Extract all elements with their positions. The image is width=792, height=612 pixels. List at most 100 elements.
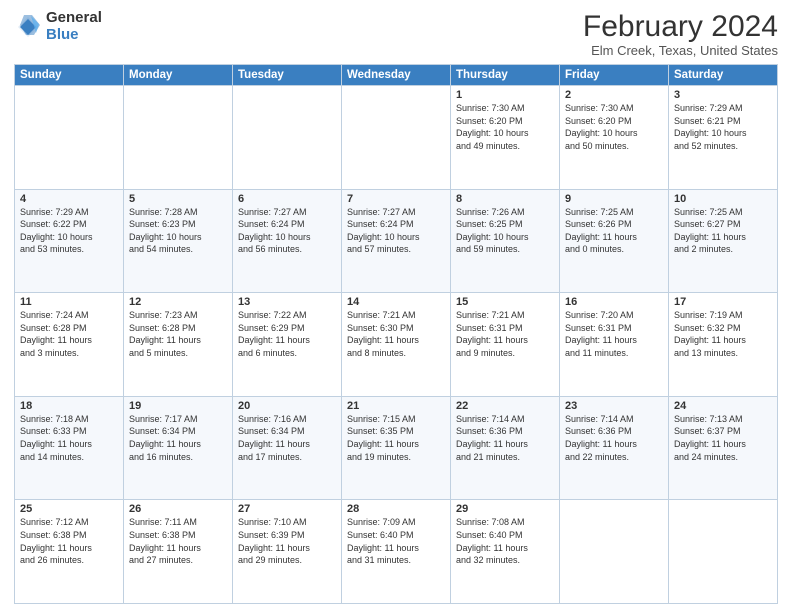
day-info: Sunrise: 7:11 AM Sunset: 6:38 PM Dayligh… bbox=[129, 517, 201, 565]
day-number: 20 bbox=[238, 400, 336, 412]
day-info: Sunrise: 7:28 AM Sunset: 6:23 PM Dayligh… bbox=[129, 207, 202, 255]
calendar-cell: 3 Sunrise: 7:29 AM Sunset: 6:21 PM Daylig… bbox=[669, 86, 778, 190]
day-number: 19 bbox=[129, 400, 227, 412]
calendar-cell: 16 Sunrise: 7:20 AM Sunset: 6:31 PM Dayli… bbox=[560, 293, 669, 397]
day-number: 15 bbox=[456, 296, 554, 308]
day-info: Sunrise: 7:22 AM Sunset: 6:29 PM Dayligh… bbox=[238, 310, 310, 358]
day-number: 3 bbox=[674, 89, 772, 101]
calendar-cell: 12 Sunrise: 7:23 AM Sunset: 6:28 PM Dayli… bbox=[124, 293, 233, 397]
day-info: Sunrise: 7:30 AM Sunset: 6:20 PM Dayligh… bbox=[565, 103, 638, 151]
calendar-cell bbox=[15, 86, 124, 190]
calendar-cell: 29 Sunrise: 7:08 AM Sunset: 6:40 PM Dayli… bbox=[451, 500, 560, 604]
day-number: 27 bbox=[238, 503, 336, 515]
calendar-cell: 18Sunrise: 7:18 AM Sunset: 6:33 PM Dayli… bbox=[15, 396, 124, 500]
logo-text: General Blue bbox=[46, 10, 102, 43]
day-number: 8 bbox=[456, 193, 554, 205]
week-row-1: 4 Sunrise: 7:29 AM Sunset: 6:22 PM Daylig… bbox=[15, 189, 778, 293]
calendar-cell: 4 Sunrise: 7:29 AM Sunset: 6:22 PM Daylig… bbox=[15, 189, 124, 293]
day-number: 4 bbox=[20, 193, 118, 205]
day-info: Sunrise: 7:23 AM Sunset: 6:28 PM Dayligh… bbox=[129, 310, 201, 358]
day-info: Sunrise: 7:29 AM Sunset: 6:22 PM Dayligh… bbox=[20, 207, 93, 255]
calendar-cell: 9 Sunrise: 7:25 AM Sunset: 6:26 PM Daylig… bbox=[560, 189, 669, 293]
calendar-cell: 5 Sunrise: 7:28 AM Sunset: 6:23 PM Daylig… bbox=[124, 189, 233, 293]
calendar-table: SundayMondayTuesdayWednesdayThursdayFrid… bbox=[14, 64, 778, 604]
day-number: 9 bbox=[565, 193, 663, 205]
day-number: 2 bbox=[565, 89, 663, 101]
weekday-header-tuesday: Tuesday bbox=[233, 65, 342, 86]
day-number: 21 bbox=[347, 400, 445, 412]
calendar-cell: 8 Sunrise: 7:26 AM Sunset: 6:25 PM Daylig… bbox=[451, 189, 560, 293]
title-block: February 2024 Elm Creek, Texas, United S… bbox=[583, 10, 778, 58]
day-number: 25 bbox=[20, 503, 118, 515]
day-number: 10 bbox=[674, 193, 772, 205]
day-info: Sunrise: 7:14 AM Sunset: 6:36 PM Dayligh… bbox=[456, 414, 528, 462]
day-info: Sunrise: 7:10 AM Sunset: 6:39 PM Dayligh… bbox=[238, 517, 310, 565]
day-info: Sunrise: 7:27 AM Sunset: 6:24 PM Dayligh… bbox=[347, 207, 420, 255]
day-info: Sunrise: 7:08 AM Sunset: 6:40 PM Dayligh… bbox=[456, 517, 528, 565]
calendar-cell: 27 Sunrise: 7:10 AM Sunset: 6:39 PM Dayli… bbox=[233, 500, 342, 604]
week-row-3: 18Sunrise: 7:18 AM Sunset: 6:33 PM Dayli… bbox=[15, 396, 778, 500]
weekday-header-sunday: Sunday bbox=[15, 65, 124, 86]
day-info: Sunrise: 7:26 AM Sunset: 6:25 PM Dayligh… bbox=[456, 207, 529, 255]
calendar-cell: 2 Sunrise: 7:30 AM Sunset: 6:20 PM Daylig… bbox=[560, 86, 669, 190]
main-title: February 2024 bbox=[583, 10, 778, 43]
logo: General Blue bbox=[14, 10, 102, 43]
calendar-cell bbox=[342, 86, 451, 190]
calendar-cell: 24Sunrise: 7:13 AM Sunset: 6:37 PM Dayli… bbox=[669, 396, 778, 500]
weekday-header-monday: Monday bbox=[124, 65, 233, 86]
day-number: 16 bbox=[565, 296, 663, 308]
logo-icon bbox=[14, 13, 42, 41]
day-number: 22 bbox=[456, 400, 554, 412]
calendar-cell: 23 Sunrise: 7:14 AM Sunset: 6:36 PM Dayli… bbox=[560, 396, 669, 500]
day-info: Sunrise: 7:25 AM Sunset: 6:26 PM Dayligh… bbox=[565, 207, 637, 255]
day-info: Sunrise: 7:15 AM Sunset: 6:35 PM Dayligh… bbox=[347, 414, 419, 462]
calendar-cell: 17Sunrise: 7:19 AM Sunset: 6:32 PM Dayli… bbox=[669, 293, 778, 397]
calendar-cell: 15 Sunrise: 7:21 AM Sunset: 6:31 PM Dayli… bbox=[451, 293, 560, 397]
calendar-cell bbox=[560, 500, 669, 604]
day-info: Sunrise: 7:12 AM Sunset: 6:38 PM Dayligh… bbox=[20, 517, 92, 565]
calendar-cell: 26 Sunrise: 7:11 AM Sunset: 6:38 PM Dayli… bbox=[124, 500, 233, 604]
day-info: Sunrise: 7:30 AM Sunset: 6:20 PM Dayligh… bbox=[456, 103, 529, 151]
day-number: 29 bbox=[456, 503, 554, 515]
weekday-header-thursday: Thursday bbox=[451, 65, 560, 86]
calendar-cell: 25 Sunrise: 7:12 AM Sunset: 6:38 PM Dayli… bbox=[15, 500, 124, 604]
weekday-header-saturday: Saturday bbox=[669, 65, 778, 86]
day-number: 23 bbox=[565, 400, 663, 412]
day-number: 18 bbox=[20, 400, 118, 412]
day-info: Sunrise: 7:21 AM Sunset: 6:30 PM Dayligh… bbox=[347, 310, 419, 358]
calendar-cell: 20Sunrise: 7:16 AM Sunset: 6:34 PM Dayli… bbox=[233, 396, 342, 500]
day-number: 26 bbox=[129, 503, 227, 515]
day-number: 12 bbox=[129, 296, 227, 308]
day-number: 11 bbox=[20, 296, 118, 308]
day-number: 5 bbox=[129, 193, 227, 205]
day-info: Sunrise: 7:20 AM Sunset: 6:31 PM Dayligh… bbox=[565, 310, 637, 358]
day-number: 17 bbox=[674, 296, 772, 308]
day-number: 14 bbox=[347, 296, 445, 308]
calendar-cell: 11 Sunrise: 7:24 AM Sunset: 6:28 PM Dayli… bbox=[15, 293, 124, 397]
calendar-cell: 1 Sunrise: 7:30 AM Sunset: 6:20 PM Daylig… bbox=[451, 86, 560, 190]
calendar-cell: 7 Sunrise: 7:27 AM Sunset: 6:24 PM Daylig… bbox=[342, 189, 451, 293]
calendar-cell: 14 Sunrise: 7:21 AM Sunset: 6:30 PM Dayli… bbox=[342, 293, 451, 397]
weekday-header-row: SundayMondayTuesdayWednesdayThursdayFrid… bbox=[15, 65, 778, 86]
day-number: 13 bbox=[238, 296, 336, 308]
weekday-header-friday: Friday bbox=[560, 65, 669, 86]
calendar-cell bbox=[669, 500, 778, 604]
weekday-header-wednesday: Wednesday bbox=[342, 65, 451, 86]
week-row-2: 11 Sunrise: 7:24 AM Sunset: 6:28 PM Dayli… bbox=[15, 293, 778, 397]
day-number: 28 bbox=[347, 503, 445, 515]
day-info: Sunrise: 7:21 AM Sunset: 6:31 PM Dayligh… bbox=[456, 310, 528, 358]
page: General Blue February 2024 Elm Creek, Te… bbox=[0, 0, 792, 612]
day-number: 7 bbox=[347, 193, 445, 205]
calendar-cell: 22 Sunrise: 7:14 AM Sunset: 6:36 PM Dayli… bbox=[451, 396, 560, 500]
day-info: Sunrise: 7:27 AM Sunset: 6:24 PM Dayligh… bbox=[238, 207, 311, 255]
day-number: 6 bbox=[238, 193, 336, 205]
day-info: Sunrise: 7:14 AM Sunset: 6:36 PM Dayligh… bbox=[565, 414, 637, 462]
calendar-cell: 19Sunrise: 7:17 AM Sunset: 6:34 PM Dayli… bbox=[124, 396, 233, 500]
calendar-cell bbox=[233, 86, 342, 190]
day-info: Sunrise: 7:24 AM Sunset: 6:28 PM Dayligh… bbox=[20, 310, 92, 358]
calendar-cell: 6 Sunrise: 7:27 AM Sunset: 6:24 PM Daylig… bbox=[233, 189, 342, 293]
logo-blue-label: Blue bbox=[46, 27, 102, 44]
calendar-cell: 28Sunrise: 7:09 AM Sunset: 6:40 PM Dayli… bbox=[342, 500, 451, 604]
day-info: Sunrise: 7:29 AM Sunset: 6:21 PM Dayligh… bbox=[674, 103, 747, 151]
day-number: 1 bbox=[456, 89, 554, 101]
